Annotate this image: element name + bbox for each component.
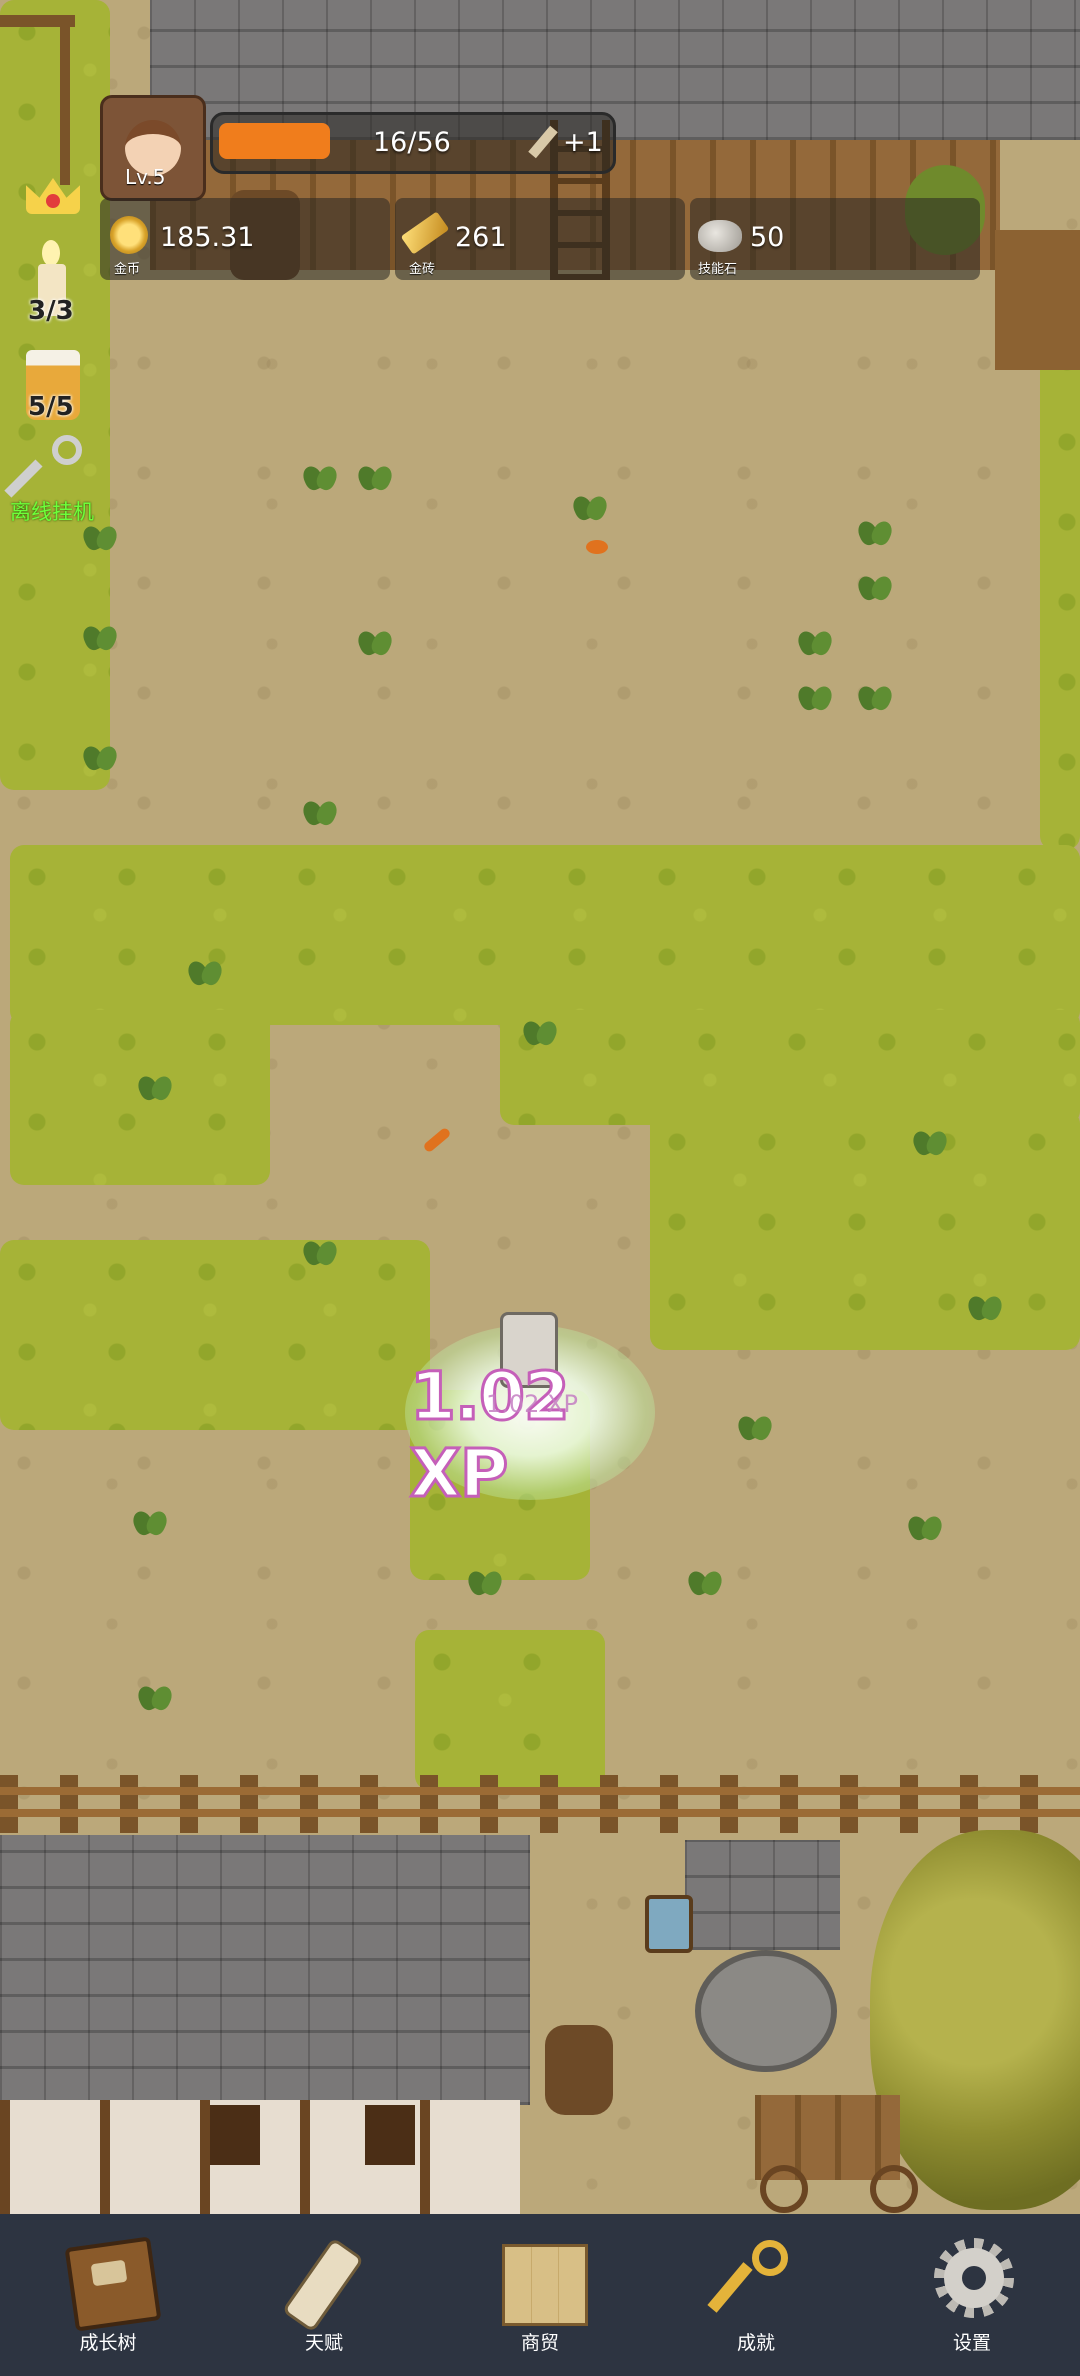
- gold-bar-value: 261: [455, 222, 507, 253]
- crop-sprout[interactable]: [300, 1235, 340, 1269]
- key-icon: [707, 2236, 804, 2324]
- nav-trade[interactable]: 商贸: [460, 2214, 620, 2376]
- xp-progress-text: 16/56: [373, 127, 451, 158]
- skill-stone-panel[interactable]: 50 技能石: [690, 198, 980, 280]
- gear-icon: [924, 2236, 1020, 2324]
- gold-bar-panel[interactable]: 261 金砖: [395, 198, 685, 280]
- cart-wheel: [760, 2165, 808, 2213]
- grass-patch: [10, 845, 1080, 1025]
- crop-sprout[interactable]: [130, 1505, 170, 1539]
- nav-label: 成就: [736, 2332, 775, 2354]
- crop-sprout[interactable]: [80, 620, 120, 654]
- crop-sprout[interactable]: [965, 1290, 1005, 1324]
- nav-settings[interactable]: 设置: [892, 2214, 1052, 2376]
- xp-bar: 16/56 +1: [210, 112, 616, 174]
- skill-stone-label: 技能石: [698, 262, 738, 277]
- crop-sprout[interactable]: [685, 1565, 725, 1599]
- crop-sprout[interactable]: [795, 625, 835, 659]
- crop-sprout[interactable]: [855, 570, 895, 604]
- bonus-text: +1: [563, 127, 603, 158]
- crown-icon[interactable]: [22, 160, 84, 222]
- well-roof: [685, 1840, 840, 1950]
- crop-sprout[interactable]: [355, 460, 395, 494]
- crop-sprout[interactable]: [300, 460, 340, 494]
- nav-label: 成长树: [79, 2332, 137, 2354]
- barn-door: [995, 230, 1080, 370]
- house-roof: [0, 1835, 530, 2105]
- nav-label: 设置: [952, 2332, 991, 2354]
- crop-sprout[interactable]: [795, 680, 835, 714]
- carrot-plant[interactable]: [570, 490, 630, 540]
- tree: [870, 1830, 1080, 2210]
- house-window: [365, 2105, 415, 2165]
- drink-count: 5/5: [28, 392, 74, 422]
- crop-sprout[interactable]: [855, 680, 895, 714]
- crop-sprout[interactable]: [135, 1070, 175, 1104]
- house-wall: [0, 2100, 520, 2214]
- fence: [0, 1775, 1080, 1833]
- grass-patch: [0, 1240, 430, 1430]
- nav-achievement[interactable]: 成就: [676, 2214, 836, 2376]
- game-scene[interactable]: 1.02 XP 1.02 XP Lv.5 16/56 +1 185.31 金币 …: [0, 0, 1080, 2214]
- crop-sprout[interactable]: [135, 1680, 175, 1714]
- skill-stone-value: 50: [750, 222, 785, 253]
- crop-sprout[interactable]: [355, 625, 395, 659]
- grass-patch: [1040, 330, 1080, 850]
- skill-stone-icon: [698, 220, 742, 252]
- barrel: [545, 2025, 613, 2115]
- bottom-nav: 成长树 天赋 商贸 成就 设置: [0, 2214, 1080, 2376]
- crop-sprout[interactable]: [855, 515, 895, 549]
- carrot-top: [586, 540, 608, 554]
- gold-value: 185.31: [160, 222, 255, 253]
- crop-sprout[interactable]: [300, 795, 340, 829]
- nav-label: 商贸: [520, 2332, 559, 2354]
- crop-sprout[interactable]: [80, 740, 120, 774]
- idle-label[interactable]: 离线挂机: [10, 496, 94, 526]
- crop-sprout[interactable]: [735, 1410, 775, 1444]
- crop-sprout[interactable]: [905, 1510, 945, 1544]
- crop-sprout[interactable]: [520, 1015, 560, 1049]
- cart-wheel: [870, 2165, 918, 2213]
- gold-bar-label: 金砖: [409, 262, 436, 277]
- crop-sprout[interactable]: [465, 1565, 505, 1599]
- gold-coin-icon: [110, 216, 148, 254]
- candle-count: 3/3: [28, 296, 74, 326]
- gold-bar-icon: [400, 211, 450, 255]
- nav-label: 天赋: [304, 2332, 343, 2354]
- crop-sprout[interactable]: [185, 955, 225, 989]
- crop-sprout[interactable]: [910, 1125, 950, 1159]
- xp-popup: 1.02 XP: [409, 1357, 670, 1514]
- hammer-icon: [528, 125, 558, 159]
- xp-bar-fill: [219, 123, 330, 159]
- gold-label: 金币: [114, 262, 141, 277]
- key-idle-icon[interactable]: [4, 435, 96, 501]
- grass-patch: [650, 1110, 1080, 1350]
- map-icon: [492, 2236, 588, 2326]
- nav-talent[interactable]: 天赋: [244, 2214, 404, 2376]
- xp-small-text: 1.02 XP: [486, 1390, 578, 1418]
- well[interactable]: [695, 1950, 837, 2072]
- nav-growth-tree[interactable]: 成长树: [28, 2214, 188, 2376]
- gold-panel[interactable]: 185.31 金币: [100, 198, 390, 280]
- scroll-icon: [276, 2236, 372, 2333]
- xp-big-text: 1.02 XP: [409, 1357, 572, 1514]
- level-label: Lv.5: [125, 165, 166, 189]
- grass-patch: [500, 1010, 1080, 1125]
- grass-patch: [415, 1630, 605, 1790]
- house-window: [210, 2105, 260, 2165]
- book-icon: [60, 2236, 162, 2332]
- bucket: [645, 1895, 693, 1953]
